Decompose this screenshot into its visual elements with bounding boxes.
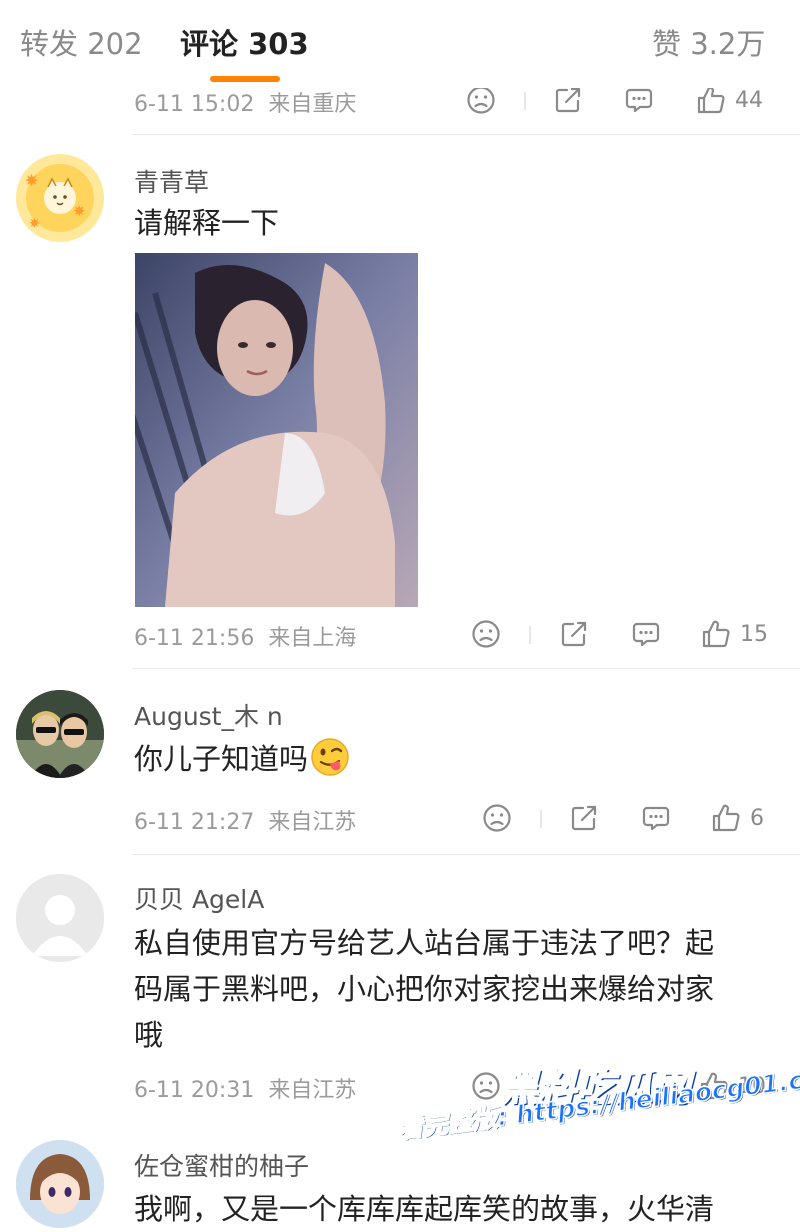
dislike-button[interactable] bbox=[481, 798, 513, 838]
comment-text: 私自使用官方号给艺人站台属于违法了吧？起 码属于黑料吧，小心把你对家挖出来爆给对… bbox=[134, 920, 714, 1058]
thumbs-up-icon bbox=[695, 84, 727, 116]
avatar[interactable] bbox=[16, 154, 104, 242]
divider bbox=[132, 668, 800, 669]
avatar[interactable] bbox=[16, 690, 104, 778]
tab-repost[interactable]: 转发 202 bbox=[20, 24, 143, 64]
comment-location: 来自江苏 bbox=[268, 1078, 357, 1103]
avatar[interactable] bbox=[16, 1140, 104, 1228]
share-icon bbox=[568, 802, 600, 834]
action-separator bbox=[524, 92, 526, 110]
divider bbox=[132, 854, 800, 855]
divider bbox=[132, 134, 800, 135]
comment-time: 6-11 20:31 bbox=[134, 1078, 255, 1103]
share-icon bbox=[558, 618, 590, 650]
active-tab-indicator bbox=[210, 76, 280, 82]
share-button[interactable] bbox=[568, 798, 600, 838]
comment-text-content: 你儿子知道吗 bbox=[134, 742, 309, 776]
like-button[interactable]: 15 bbox=[700, 614, 768, 654]
action-separator bbox=[540, 810, 542, 828]
comment-text: 我啊，又是一个库库库起库笑的故事，火华清 bbox=[134, 1192, 715, 1226]
comment-icon bbox=[630, 618, 662, 650]
photo-placeholder bbox=[135, 253, 418, 607]
comment-text-line: 哦 bbox=[134, 1018, 164, 1052]
tongue-emoji-icon bbox=[311, 738, 349, 776]
comment-time: 6-11 21:56 bbox=[134, 626, 255, 651]
comment-text: 请解释一下 bbox=[134, 206, 280, 240]
comment-location: 来自上海 bbox=[268, 626, 357, 651]
sad-face-icon bbox=[470, 618, 502, 650]
like-count: 6 bbox=[750, 805, 764, 831]
sad-face-icon bbox=[465, 84, 497, 116]
two-people-avatar bbox=[16, 690, 104, 778]
reply-button[interactable] bbox=[630, 614, 662, 654]
thumbs-up-icon bbox=[700, 618, 732, 650]
sad-face-icon bbox=[481, 802, 513, 834]
thumbs-up-icon bbox=[710, 802, 742, 834]
comment-text: 你儿子知道吗 bbox=[134, 736, 350, 782]
comment-text-line: 私自使用官方号给艺人站台属于违法了吧？起 bbox=[134, 926, 715, 960]
comment-icon bbox=[640, 802, 672, 834]
comment-text-line: 码属于黑料吧，小心把你对家挖出来爆给对家 bbox=[134, 972, 715, 1006]
cat-avatar-icon bbox=[16, 154, 104, 242]
comment-meta: 6-11 15:02 来自重庆 bbox=[134, 86, 356, 118]
comment-time: 6-11 21:27 bbox=[134, 810, 255, 835]
comment-tabs-bar: 转发 202 评论 303 赞 3.2万 bbox=[0, 0, 800, 88]
comment-image[interactable] bbox=[135, 253, 418, 607]
tab-comments[interactable]: 评论 303 bbox=[180, 24, 309, 64]
comment-icon bbox=[623, 84, 655, 116]
like-button[interactable]: 6 bbox=[710, 798, 764, 838]
avatar[interactable] bbox=[16, 874, 104, 962]
comment-author[interactable]: 佐仓蜜柑的柚子 bbox=[134, 1147, 309, 1183]
comment-meta: 6-11 20:31 来自江苏 bbox=[134, 1072, 356, 1104]
share-icon bbox=[552, 84, 584, 116]
comment-location: 来自江苏 bbox=[268, 810, 357, 835]
comment-time: 6-11 15:02 bbox=[134, 92, 255, 117]
comment-meta: 6-11 21:56 来自上海 bbox=[134, 620, 356, 652]
tab-likes[interactable]: 赞 3.2万 bbox=[652, 24, 765, 64]
dislike-button[interactable] bbox=[470, 614, 502, 654]
comment-actions: 15 bbox=[460, 614, 775, 654]
default-avatar-icon bbox=[16, 874, 104, 962]
comment-actions: 6 bbox=[460, 798, 775, 838]
comment-author[interactable]: 青青草 bbox=[134, 163, 209, 199]
comment-author[interactable]: August_木 n bbox=[134, 697, 283, 733]
comment-meta: 6-11 21:27 来自江苏 bbox=[134, 804, 356, 836]
anime-girl-avatar bbox=[16, 1140, 104, 1228]
reply-button[interactable] bbox=[640, 798, 672, 838]
comment-author[interactable]: 贝贝 AgelA bbox=[134, 880, 264, 916]
comment-location: 来自重庆 bbox=[268, 92, 357, 117]
like-count: 44 bbox=[735, 87, 763, 113]
share-button[interactable] bbox=[558, 614, 590, 654]
action-separator bbox=[529, 626, 531, 644]
like-count: 15 bbox=[740, 621, 768, 647]
